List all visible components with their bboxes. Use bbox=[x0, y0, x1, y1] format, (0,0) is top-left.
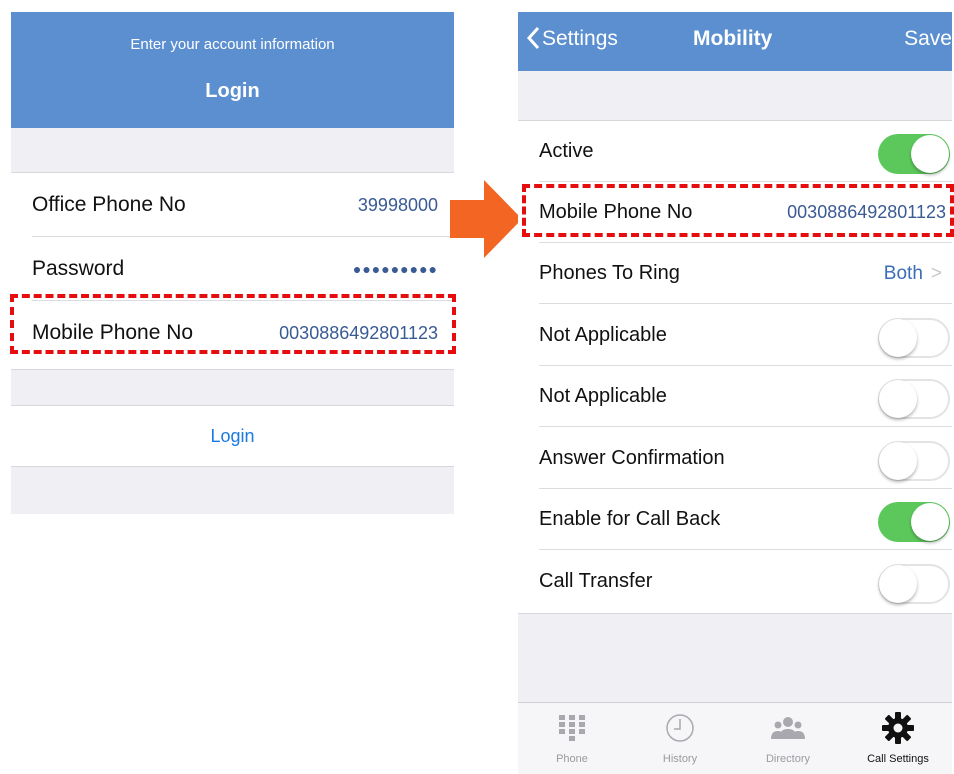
page-title: Mobility bbox=[693, 27, 773, 50]
phones-to-ring-text: Both bbox=[883, 263, 923, 284]
save-button[interactable]: Save bbox=[904, 27, 952, 51]
row-enable-call-back: Enable for Call Back bbox=[518, 489, 952, 550]
nav-bar: Settings Mobility Save bbox=[518, 12, 952, 71]
row-label: Active bbox=[539, 140, 594, 162]
chevron-right-icon: > bbox=[930, 263, 942, 284]
tab-label: Phone bbox=[556, 753, 588, 765]
tab-call-settings[interactable]: Call Settings bbox=[844, 703, 952, 774]
login-title: Login bbox=[205, 80, 260, 102]
row-label: Enable for Call Back bbox=[539, 508, 721, 530]
not-applicable-toggle-2[interactable] bbox=[878, 379, 950, 419]
gear-icon bbox=[844, 711, 952, 745]
chevron-left-icon bbox=[526, 26, 540, 52]
login-subtitle: Enter your account information bbox=[130, 36, 335, 53]
back-button[interactable]: Settings bbox=[526, 26, 618, 52]
tab-history[interactable]: History bbox=[626, 703, 734, 774]
row-not-applicable-1: Not Applicable bbox=[518, 305, 952, 366]
row-active: Active bbox=[518, 121, 952, 182]
row-call-transfer: Call Transfer bbox=[518, 551, 952, 612]
mobility-settings-screen: Settings Mobility Save Active Mobile Pho… bbox=[518, 12, 952, 774]
row-label: Phones To Ring bbox=[539, 262, 680, 284]
people-icon bbox=[734, 711, 842, 745]
tab-bar: Phone History Directory Call Settings bbox=[518, 702, 952, 774]
row-label: Answer Confirmation bbox=[539, 447, 725, 469]
answer-confirmation-toggle[interactable] bbox=[878, 441, 950, 481]
office-phone-value[interactable]: 39998000 bbox=[358, 173, 438, 237]
login-button[interactable]: Login bbox=[11, 405, 454, 467]
row-label: Call Transfer bbox=[539, 570, 653, 592]
tab-directory[interactable]: Directory bbox=[734, 703, 842, 774]
password-field[interactable]: Password ●●●●●●●●● bbox=[11, 237, 454, 301]
arrow-right-icon bbox=[450, 180, 522, 258]
keypad-icon bbox=[518, 711, 626, 745]
login-header: Enter your account information Login bbox=[11, 12, 454, 128]
call-transfer-toggle[interactable] bbox=[878, 564, 950, 604]
back-label: Settings bbox=[542, 27, 618, 50]
active-toggle[interactable] bbox=[878, 134, 950, 174]
highlight-box-left bbox=[10, 294, 456, 354]
row-label: Not Applicable bbox=[539, 385, 667, 407]
tab-label: History bbox=[662, 753, 698, 765]
password-label: Password bbox=[32, 257, 125, 280]
tab-phone[interactable]: Phone bbox=[518, 703, 626, 774]
tab-label: Directory bbox=[765, 753, 810, 765]
tab-label: Call Settings bbox=[867, 753, 929, 765]
office-phone-label: Office Phone No bbox=[32, 193, 186, 216]
login-screen: Enter your account information Login Off… bbox=[11, 12, 454, 514]
office-phone-field[interactable]: Office Phone No 39998000 bbox=[11, 173, 454, 237]
not-applicable-toggle-1[interactable] bbox=[878, 318, 950, 358]
clock-icon bbox=[626, 711, 734, 745]
enable-call-back-toggle[interactable] bbox=[878, 502, 950, 542]
highlight-box-right bbox=[522, 184, 954, 237]
row-phones-to-ring[interactable]: Phones To Ring Both > bbox=[518, 243, 952, 304]
password-value[interactable]: ●●●●●●●●● bbox=[353, 237, 438, 301]
row-not-applicable-2: Not Applicable bbox=[518, 366, 952, 427]
row-answer-confirmation: Answer Confirmation bbox=[518, 428, 952, 489]
row-label: Not Applicable bbox=[539, 324, 667, 346]
phones-to-ring-value[interactable]: Both > bbox=[884, 243, 942, 304]
